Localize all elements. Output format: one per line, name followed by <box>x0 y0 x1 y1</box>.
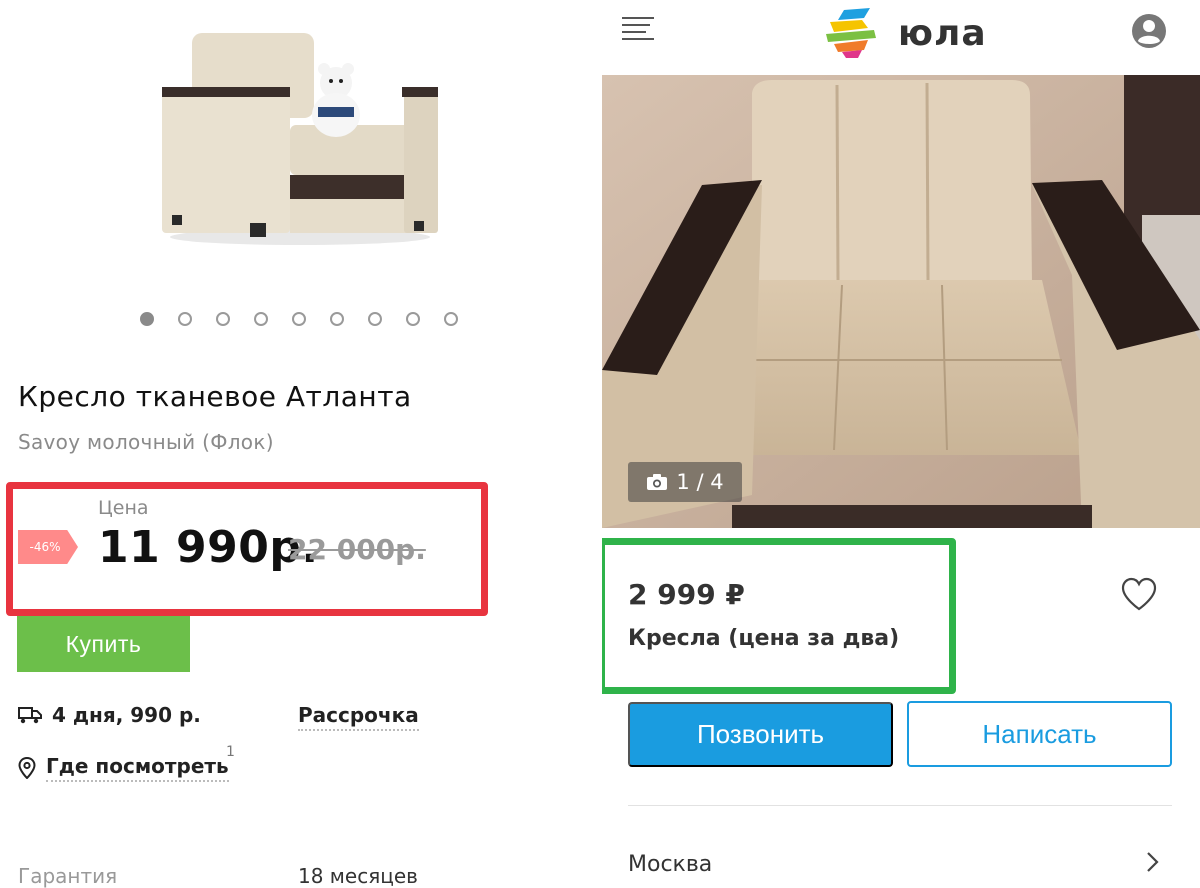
delivery-info: 4 дня, 990 р. <box>18 703 201 727</box>
buy-button[interactable]: Купить <box>17 616 190 672</box>
installment-link[interactable]: Рассрочка <box>298 703 419 731</box>
delivery-text: 4 дня, 990 р. <box>52 703 201 727</box>
warranty-value: 18 месяцев <box>298 864 418 888</box>
logo-text: юла <box>898 12 987 54</box>
gallery-dot[interactable] <box>140 312 154 326</box>
call-button[interactable]: Позвонить <box>628 702 893 767</box>
where-to-see-text: Где посмотреть <box>46 754 229 782</box>
profile-icon[interactable] <box>1130 12 1168 50</box>
location-pin-icon <box>18 757 36 779</box>
listing-price: 2 999 ₽ <box>628 578 745 611</box>
product-variant: Savoy молочный (Флок) <box>18 430 274 454</box>
chevron-right-icon[interactable] <box>1142 850 1162 874</box>
armchair-product-image[interactable] <box>150 25 450 250</box>
old-price: 22 000р. <box>288 533 426 566</box>
photo-counter-text: 1 / 4 <box>676 470 724 494</box>
gallery-dot[interactable] <box>292 312 306 326</box>
camera-icon <box>647 474 668 490</box>
discount-badge: -46% <box>18 530 78 564</box>
gallery-dot[interactable] <box>330 312 344 326</box>
product-title: Кресло тканевое Атланта <box>18 380 412 413</box>
store-product-panel: Кресло тканевое Атланта Savoy молочный (… <box>0 0 600 888</box>
classifieds-listing-panel: юла 1 / 4 2 999 ₽ Кресла (цена за два) П… <box>602 0 1200 888</box>
divider <box>628 805 1172 806</box>
gallery-dot[interactable] <box>216 312 230 326</box>
write-message-button[interactable]: Написать <box>907 701 1172 767</box>
price-label: Цена <box>98 497 149 519</box>
gallery-dot[interactable] <box>178 312 192 326</box>
listing-title: Кресла (цена за два) <box>628 626 900 651</box>
gallery-dots <box>140 312 458 326</box>
gallery-dot[interactable] <box>368 312 382 326</box>
gallery-dot[interactable] <box>406 312 420 326</box>
gallery-dot[interactable] <box>444 312 458 326</box>
where-to-see-count: 1 <box>226 744 235 760</box>
gallery-dot[interactable] <box>254 312 268 326</box>
photo-counter[interactable]: 1 / 4 <box>628 462 742 502</box>
heart-icon[interactable] <box>1120 576 1158 612</box>
where-to-see-link[interactable]: Где посмотреть <box>18 754 229 782</box>
yula-logo[interactable]: юла <box>824 6 987 60</box>
truck-icon <box>18 707 42 724</box>
location-city[interactable]: Москва <box>628 852 712 877</box>
current-price: 11 990р. <box>98 522 319 573</box>
warranty-label: Гарантия <box>18 864 118 888</box>
price-highlight-frame <box>602 538 956 694</box>
listing-photo[interactable] <box>602 75 1200 528</box>
yula-logo-mark <box>826 8 876 58</box>
menu-icon[interactable] <box>622 14 654 46</box>
